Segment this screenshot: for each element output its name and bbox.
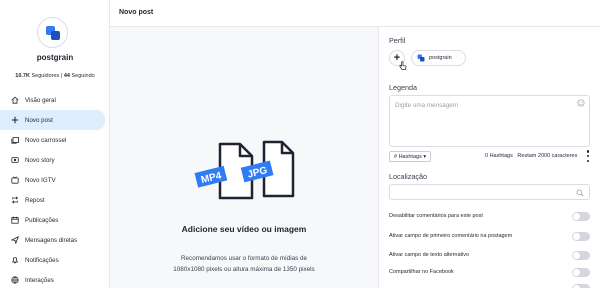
send-icon: [11, 236, 19, 244]
option-disable-comments: Desabilitar comentários para este post: [389, 210, 590, 222]
home-icon: [11, 96, 19, 104]
extra-option-toggle[interactable]: [572, 283, 590, 288]
sidebar-item-novo-post[interactable]: Novo post: [0, 110, 105, 130]
postgrain-logo-icon: [417, 54, 425, 62]
sidebar-item-label: Interações: [25, 276, 54, 284]
option-first-comment: Ativar campo de primeiro comentário na p…: [389, 230, 590, 242]
hashtags-dropdown[interactable]: # Hashtags ▾: [389, 151, 432, 162]
location-input[interactable]: [395, 188, 565, 198]
location-label: Localização: [389, 172, 427, 181]
repost-icon: [11, 196, 19, 204]
profile-chip-postgrain[interactable]: postgrain: [411, 50, 466, 66]
page-header: Novo post: [110, 0, 600, 27]
caption-textarea[interactable]: [389, 95, 590, 147]
chars-remaining: Restam 2000 caracteres: [517, 153, 578, 159]
profile-chip-label: postgrain: [429, 55, 452, 61]
option-label: Compartilhar no Facebook: [389, 269, 454, 275]
avatar[interactable]: [37, 17, 68, 48]
share-facebook-toggle[interactable]: [572, 267, 590, 277]
media-upload-area[interactable]: MP4 JPG Adicione seu vídeo ou imagem Rec…: [110, 27, 378, 288]
sidebar-item-publicacoes[interactable]: Publicações: [0, 210, 105, 230]
sidebar-item-label: Repost: [25, 196, 45, 204]
carousel-icon: [11, 136, 19, 144]
globe-icon: [11, 276, 19, 284]
search-icon[interactable]: [576, 189, 584, 197]
sidebar-item-mensagens-diretas[interactable]: Mensagens diretas: [0, 230, 105, 250]
file-types-illustration: MP4 JPG: [194, 140, 295, 200]
story-icon: [11, 156, 19, 164]
caption-input[interactable]: [395, 100, 575, 110]
postgrain-logo-icon: [45, 25, 60, 40]
igtv-icon: [11, 176, 19, 184]
more-options-icon[interactable]: [586, 150, 590, 162]
sidebar-item-label: Novo post: [25, 116, 53, 124]
sidebar-item-interacoes[interactable]: Interações: [0, 270, 105, 288]
sidebar-item-label: Novo carrossel: [25, 136, 67, 144]
option-extra: [389, 282, 590, 288]
sidebar-item-label: Novo IGTV: [25, 176, 56, 184]
sidebar: postgrain 10.7K Seguidores | 44 Seguindo…: [0, 0, 110, 288]
alt-text-toggle[interactable]: [572, 250, 590, 260]
caption-label: Legenda: [389, 83, 417, 92]
sidebar-item-label: Publicações: [25, 216, 59, 224]
calendar-icon: [11, 216, 19, 224]
profile-label: Perfil: [389, 36, 406, 45]
option-label: Ativar campo de primeiro comentário na p…: [389, 233, 513, 239]
sidebar-nav: Visão geral Novo post Novo carrossel Nov…: [0, 90, 110, 288]
bell-icon: [11, 256, 19, 264]
option-share-facebook: Compartilhar no Facebook: [389, 266, 590, 278]
page-title: Novo post: [119, 9, 154, 16]
post-settings-panel: Perfil + postgrain Legenda # Hashtags ▾ …: [378, 27, 600, 288]
sidebar-item-label: Mensagens diretas: [25, 236, 78, 244]
sidebar-item-novo-story[interactable]: Novo story: [0, 150, 105, 170]
option-label: Desabilitar comentários para este post: [389, 213, 483, 219]
hand-cursor-icon: [399, 61, 407, 70]
sidebar-item-visao-geral[interactable]: Visão geral: [0, 90, 105, 110]
option-alt-text: Ativar campo de texto alternativo: [389, 249, 590, 261]
caption-counters: 0 Hashtags Restam 2000 caracteres: [485, 153, 577, 159]
sidebar-item-label: Novo story: [25, 156, 55, 164]
location-search-field[interactable]: [389, 184, 590, 200]
sidebar-item-repost[interactable]: Repost: [0, 190, 105, 210]
sidebar-item-novo-carrossel[interactable]: Novo carrossel: [0, 130, 105, 150]
hashtag-count: 0 Hashtags: [485, 153, 513, 159]
sidebar-item-novo-igtv[interactable]: Novo IGTV: [0, 170, 105, 190]
profile-name: postgrain: [36, 53, 74, 62]
sidebar-item-label: Visão geral: [25, 96, 56, 104]
plus-icon: [11, 116, 19, 124]
emoji-icon[interactable]: [577, 99, 585, 107]
sidebar-item-notificacoes[interactable]: Notificações: [0, 250, 105, 270]
first-comment-toggle[interactable]: [572, 231, 590, 241]
option-label: Ativar campo de texto alternativo: [389, 252, 470, 258]
sidebar-item-label: Notificações: [25, 256, 59, 264]
upload-title: Adicione seu vídeo ou imagem: [181, 224, 307, 234]
profile-stats: 10.7K Seguidores | 44 Seguindo: [15, 73, 95, 79]
upload-description: Recomendamos usar o formato de mídias de…: [173, 255, 315, 273]
disable-comments-toggle[interactable]: [572, 211, 590, 221]
